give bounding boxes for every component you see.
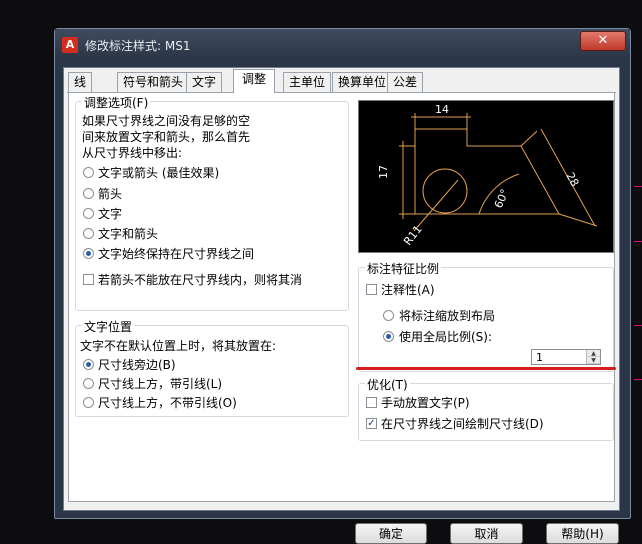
over-dim-line-with-leader-radio[interactable] (83, 378, 94, 389)
preview-dim-60: 60° (492, 187, 512, 210)
window-title: 修改标注样式: MS1 (85, 39, 191, 53)
fit-option-label: 文字始终保持在尺寸界线之间 (98, 247, 255, 261)
preview-extension-line (520, 130, 538, 147)
fit-options-title: 调整选项(F) (82, 94, 151, 111)
red-highlight-underline (356, 367, 616, 370)
preview-dim-14: 14 (435, 103, 449, 116)
manual-text-checkbox[interactable] (366, 397, 377, 408)
fit-options-group: 调整选项(F) 如果尺寸界线之间没有足够的空 间来放置文字和箭头，那么首先 从尺… (75, 94, 349, 311)
ok-button[interactable]: 确定 (355, 523, 427, 544)
preview-circle (422, 168, 468, 214)
autocad-logo-icon: A (62, 37, 78, 53)
tab-lines[interactable]: 线 (68, 72, 93, 93)
help-button[interactable]: 帮助(H) (546, 523, 619, 544)
cancel-button[interactable]: 取消 (450, 523, 523, 544)
fit-option-label: 文字和箭头 (98, 227, 159, 241)
title-bar[interactable]: A 修改标注样式: MS1 ✕ (55, 29, 630, 59)
tab-tolerances[interactable]: 公差 (387, 72, 424, 93)
scale-to-layout-radio[interactable] (383, 310, 394, 321)
fit-option-label: 文字 (98, 207, 123, 221)
fine-tuning-title: 优化(T) (365, 376, 410, 393)
text-placement-group: 文字位置 文字不在默认位置上时，将其放置在: 尺寸线旁边(B) 尺寸线上方，带引… (75, 318, 349, 417)
preview-dim-r11: R11 (401, 223, 425, 248)
fit-options-desc-line: 如果尺寸界线之间没有足够的空 (82, 114, 251, 128)
dialog-content: 线 符号和箭头 文字 调整 主单位 换算单位 公差 调整选项(F) 如果尺寸界线… (63, 67, 620, 544)
over-dim-line-without-leader-radio[interactable] (83, 397, 94, 408)
fit-options-desc-line: 间来放置文字和箭头，那么首先 (82, 130, 251, 144)
text-placement-desc: 文字不在默认位置上时，将其放置在: (80, 339, 277, 353)
preview-outline (414, 128, 560, 215)
preview-drawing: 14 17 28 60° R11 (377, 103, 598, 248)
overall-scale-value[interactable]: 1 (536, 350, 543, 365)
beside-dim-line-radio[interactable] (83, 359, 94, 370)
text-placement-title: 文字位置 (82, 318, 135, 335)
fit-option-both-radio[interactable] (83, 228, 94, 239)
fit-option-always-keep-text-radio[interactable] (83, 248, 94, 259)
use-overall-scale-label: 使用全局比例(S): (399, 330, 493, 344)
dimension-preview: 14 17 28 60° R11 (358, 100, 614, 253)
background-line (634, 241, 642, 242)
scale-features-title: 标注特征比例 (365, 260, 442, 277)
background-line (634, 325, 642, 326)
spinner-up-icon[interactable]: ▲ (587, 350, 600, 357)
preview-radius-leader (413, 179, 459, 232)
text-placement-option-label: 尺寸线旁边(B) (98, 358, 176, 372)
spinner-buttons: ▲ ▼ (586, 350, 600, 364)
draw-dim-line-label: 在尺寸界线之间绘制尺寸线(D) (381, 417, 544, 431)
fit-options-desc-line: 从尺寸界线中移出: (82, 146, 183, 160)
fine-tuning-group: 优化(T) 手动放置文字(P) ✓ 在尺寸界线之间绘制尺寸线(D) (358, 376, 614, 441)
background-line (634, 379, 642, 380)
close-button[interactable]: ✕ (580, 31, 626, 51)
tab-fit[interactable]: 调整 (233, 69, 276, 93)
overall-scale-spinner[interactable]: 1 ▲ ▼ (531, 349, 601, 365)
suppress-arrows-checkbox[interactable] (83, 274, 94, 285)
annotative-checkbox[interactable] (366, 284, 377, 295)
tab-symbols-arrows[interactable]: 符号和箭头 (117, 72, 190, 93)
tab-text[interactable]: 文字 (186, 72, 223, 93)
annotative-label: 注释性(A) (381, 283, 435, 297)
fit-option-text-or-arrows-radio[interactable] (83, 167, 94, 178)
fit-tab-panel: 调整选项(F) 如果尺寸界线之间没有足够的空 间来放置文字和箭头，那么首先 从尺… (68, 93, 616, 502)
tab-alternate-units[interactable]: 换算单位 (332, 72, 393, 93)
tab-primary-units[interactable]: 主单位 (283, 72, 332, 93)
fit-option-text-radio[interactable] (83, 208, 94, 219)
use-overall-scale-radio[interactable] (383, 331, 394, 342)
spinner-down-icon[interactable]: ▼ (587, 357, 600, 364)
fit-option-label: 文字或箭头 (最佳效果) (98, 166, 220, 180)
background-line (634, 186, 642, 187)
text-placement-option-label: 尺寸线上方，带引线(L) (98, 377, 223, 391)
fit-option-arrows-radio[interactable] (83, 188, 94, 199)
dialog-window: A 修改标注样式: MS1 ✕ 线 符号和箭头 文字 调整 主单位 换算单位 公… (54, 28, 631, 544)
suppress-arrows-label: 若箭头不能放在尺寸界线内，则将其消 (98, 273, 303, 287)
scale-to-layout-label: 将标注缩放到布局 (399, 309, 496, 323)
draw-dim-line-checkbox[interactable]: ✓ (366, 418, 377, 429)
text-placement-option-label: 尺寸线上方，不带引线(O) (98, 396, 237, 410)
fit-option-label: 箭头 (98, 187, 123, 201)
preview-dim-17: 17 (377, 165, 390, 179)
manual-text-label: 手动放置文字(P) (381, 396, 470, 410)
